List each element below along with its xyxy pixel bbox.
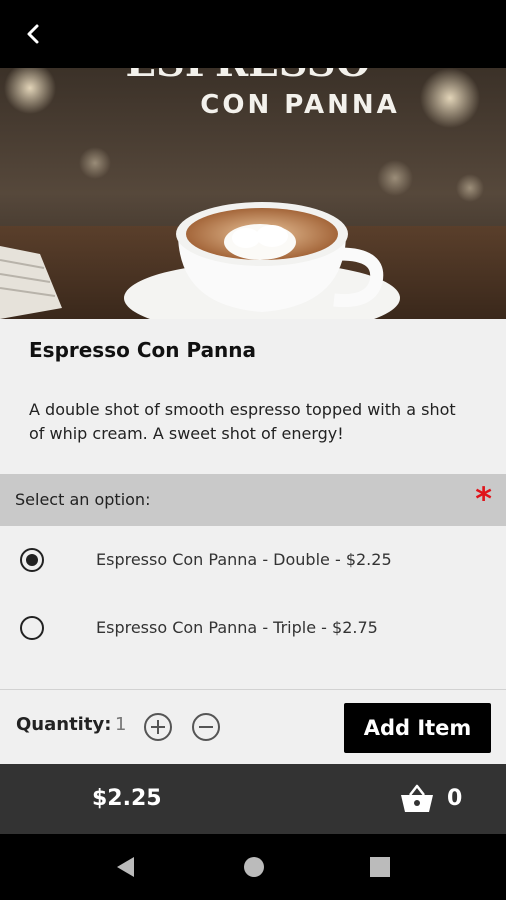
system-nav-bar [0,834,506,900]
nav-home-icon[interactable] [241,854,267,880]
quantity-label: Quantity: [16,714,112,735]
product-hero-image: ESPRESSO CON PANNA [0,68,506,319]
total-price: $2.25 [92,786,162,811]
hero-title-top: ESPRESSO [126,68,371,86]
quantity-bar: Quantity: 1 Add Item [0,690,506,764]
option-double[interactable]: Espresso Con Panna - Double - $2.25 [0,532,506,592]
product-title: Espresso Con Panna [29,338,257,362]
option-label: Espresso Con Panna - Double - $2.25 [96,550,392,569]
quantity-value: 1 [115,714,127,735]
option-label: Espresso Con Panna - Triple - $2.75 [96,618,378,637]
add-item-button[interactable]: Add Item [344,703,491,753]
chevron-left-icon [27,24,39,44]
radio-unselected-icon[interactable] [20,616,44,640]
product-description: A double shot of smooth espresso topped … [29,400,456,443]
app-bar [0,0,506,68]
cart-count: 0 [447,786,463,811]
plus-circle-icon[interactable] [143,712,173,742]
radio-selected-icon[interactable] [20,548,44,572]
options-header: Select an option: * [0,474,506,526]
hero-title-sub: CON PANNA [200,90,399,120]
nav-back-icon[interactable] [113,854,139,880]
basket-icon[interactable] [400,784,434,814]
back-button[interactable] [18,18,50,50]
nav-recents-icon[interactable] [367,854,393,880]
option-triple[interactable]: Espresso Con Panna - Triple - $2.75 [0,600,506,660]
options-header-label: Select an option: [15,490,151,509]
cart-footer: $2.25 0 [0,764,506,834]
minus-circle-icon[interactable] [191,712,221,742]
required-asterisk-icon: * [475,480,492,518]
